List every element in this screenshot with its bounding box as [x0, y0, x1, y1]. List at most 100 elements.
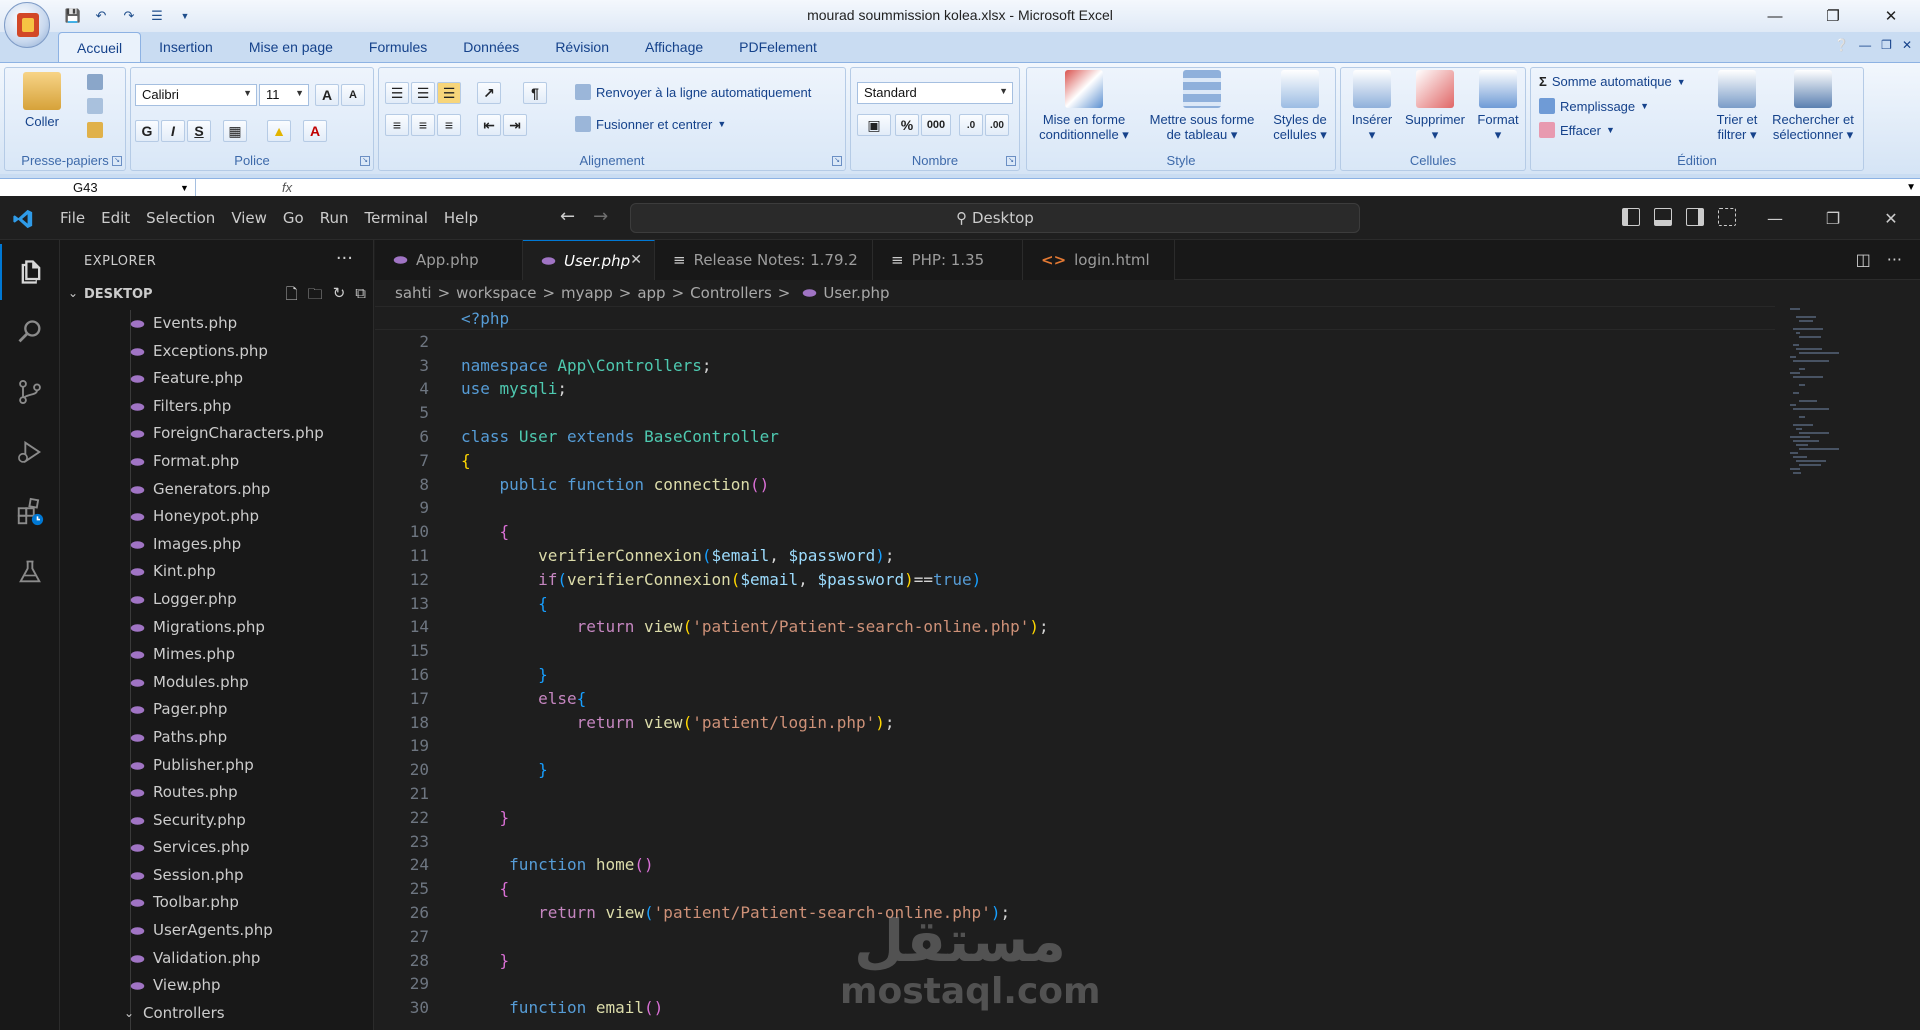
close-icon[interactable]: ✕ [630, 252, 642, 268]
italic-button[interactable]: I [161, 120, 185, 142]
format-painter-icon[interactable] [87, 122, 103, 138]
search-activity[interactable] [0, 304, 60, 360]
run-debug-activity[interactable] [0, 424, 60, 480]
tab-app-php[interactable]: App.php [375, 240, 523, 280]
file-item[interactable]: Mimes.php [60, 641, 374, 669]
file-item[interactable]: Services.php [60, 834, 374, 862]
align-bottom-button[interactable]: ☰ [437, 82, 461, 104]
file-item[interactable]: Toolbar.php [60, 889, 374, 917]
file-item[interactable]: Security.php [60, 807, 374, 835]
office-button[interactable] [4, 2, 50, 48]
clipboard-launcher-icon[interactable]: ↘ [112, 156, 122, 166]
desktop-section-header[interactable]: ⌄ DESKTOP 🗋 🗀 ↻ ⧉ [60, 284, 374, 308]
explorer-activity[interactable] [0, 244, 60, 300]
expand-formula-icon[interactable]: ▼ [1906, 179, 1916, 196]
code-editor[interactable]: 1234567891011121314151617181920212223242… [375, 306, 1920, 1030]
breadcrumb-item[interactable]: Controllers [690, 284, 772, 302]
increase-decimal-button[interactable]: .0 [959, 114, 983, 136]
file-item[interactable]: Images.php [60, 531, 374, 559]
name-box[interactable]: G43 [0, 179, 196, 196]
file-item[interactable]: Exceptions.php [60, 338, 374, 366]
underline-button[interactable]: S [187, 120, 211, 142]
breadcrumb-item[interactable]: app [637, 284, 665, 302]
breadcrumb-item[interactable]: User.php [823, 284, 889, 302]
menu-file[interactable]: File [52, 196, 93, 240]
file-item[interactable]: Routes.php [60, 779, 374, 807]
tab-mise-en-page[interactable]: Mise en page [231, 32, 351, 62]
forward-arrow-icon[interactable]: → [593, 206, 608, 227]
align-right-button[interactable]: ≡ [437, 114, 461, 136]
font-name-select[interactable]: Calibri ▼ [135, 84, 257, 106]
file-item[interactable]: Filters.php [60, 393, 374, 421]
decrease-indent-button[interactable]: ⇤ [477, 114, 501, 136]
font-launcher-icon[interactable]: ↘ [360, 156, 370, 166]
align-center-button[interactable]: ≡ [411, 114, 435, 136]
menu-view[interactable]: View [223, 196, 275, 240]
toggle-secondary-sidebar-icon[interactable] [1686, 208, 1704, 226]
increase-indent-button[interactable]: ⇥ [503, 114, 527, 136]
command-center-search[interactable]: ⚲ Desktop [630, 203, 1360, 233]
extensions-activity[interactable] [0, 484, 60, 540]
close-icon[interactable]: ✕ [1862, 0, 1920, 32]
fill-color-button[interactable]: ▲ [267, 120, 291, 142]
menu-selection[interactable]: Selection [138, 196, 223, 240]
tab-formules[interactable]: Formules [351, 32, 445, 62]
name-box-dropdown-icon[interactable]: ▼ [180, 179, 189, 196]
breadcrumb-item[interactable]: workspace [456, 284, 536, 302]
align-left-button[interactable]: ≡ [385, 114, 409, 136]
percent-button[interactable]: % [895, 114, 919, 136]
breadcrumb-item[interactable]: sahti [395, 284, 432, 302]
number-format-select[interactable]: Standard ▼ [857, 82, 1013, 104]
menu-go[interactable]: Go [275, 196, 312, 240]
tab-affichage[interactable]: Affichage [627, 32, 721, 62]
tab-donnees[interactable]: Données [445, 32, 537, 62]
file-item[interactable]: Kint.php [60, 558, 374, 586]
tab-insertion[interactable]: Insertion [141, 32, 231, 62]
clear-button[interactable]: Effacer ▼ [1539, 122, 1615, 138]
menu-edit[interactable]: Edit [93, 196, 138, 240]
more-actions-icon[interactable]: ··· [336, 248, 353, 269]
fx-button[interactable]: fx [282, 179, 292, 196]
align-middle-button[interactable]: ☰ [411, 82, 435, 104]
customize-layout-icon[interactable] [1718, 208, 1736, 226]
align-top-button[interactable]: ☰ [385, 82, 409, 104]
tab-revision[interactable]: Révision [537, 32, 627, 62]
folder-item-controllers[interactable]: ⌄ Controllers [60, 1000, 374, 1028]
currency-button[interactable]: ▣ [857, 114, 891, 136]
toggle-panel-icon[interactable] [1654, 208, 1672, 226]
tab-user-php[interactable]: User.php ✕ [523, 240, 655, 280]
font-size-select[interactable]: 11 ▼ [259, 84, 309, 106]
merge-center-button[interactable]: Fusionner et centrer ▼ [575, 116, 726, 132]
file-item[interactable]: UserAgents.php [60, 917, 374, 945]
shrink-font-button[interactable]: A [341, 84, 365, 106]
minimap[interactable] [1790, 308, 1905, 478]
ribbon-restore-icon[interactable]: ❐ [1881, 38, 1892, 52]
restore-icon[interactable]: ❐ [1804, 196, 1862, 240]
bold-button[interactable]: G [135, 120, 159, 142]
file-item[interactable]: Paths.php [60, 724, 374, 752]
minimize-icon[interactable]: — [1746, 196, 1804, 240]
autosum-button[interactable]: Σ Somme automatique ▼ [1539, 74, 1686, 89]
file-item[interactable]: Events.php [60, 310, 374, 338]
file-item[interactable]: Honeypot.php [60, 503, 374, 531]
file-item[interactable]: Generators.php [60, 476, 374, 504]
tab-pdfelement[interactable]: PDFelement [721, 32, 835, 62]
file-item[interactable]: Feature.php [60, 365, 374, 393]
file-item[interactable]: View.php [60, 972, 374, 1000]
testing-activity[interactable] [0, 544, 60, 600]
more-actions-icon[interactable]: ··· [1887, 250, 1902, 269]
toggle-primary-sidebar-icon[interactable] [1622, 208, 1640, 226]
grow-font-button[interactable]: A [315, 84, 339, 106]
breadcrumb-item[interactable]: myapp [561, 284, 613, 302]
orientation-button[interactable]: ↗ [477, 82, 501, 104]
menu-help[interactable]: Help [436, 196, 486, 240]
tab-release-notes[interactable]: ≡ Release Notes: 1.79.2 [655, 240, 873, 280]
ribbon-close-icon[interactable]: ✕ [1902, 38, 1912, 52]
menu-run[interactable]: Run [312, 196, 357, 240]
borders-button[interactable]: ▦ [223, 120, 247, 142]
tab-login-html[interactable]: <> login.html [1023, 240, 1175, 280]
menu-terminal[interactable]: Terminal [357, 196, 436, 240]
back-arrow-icon[interactable]: ← [560, 206, 575, 227]
sort-filter-button[interactable]: Trier et filtrer ▾ [1709, 70, 1765, 142]
source-control-activity[interactable] [0, 364, 60, 420]
